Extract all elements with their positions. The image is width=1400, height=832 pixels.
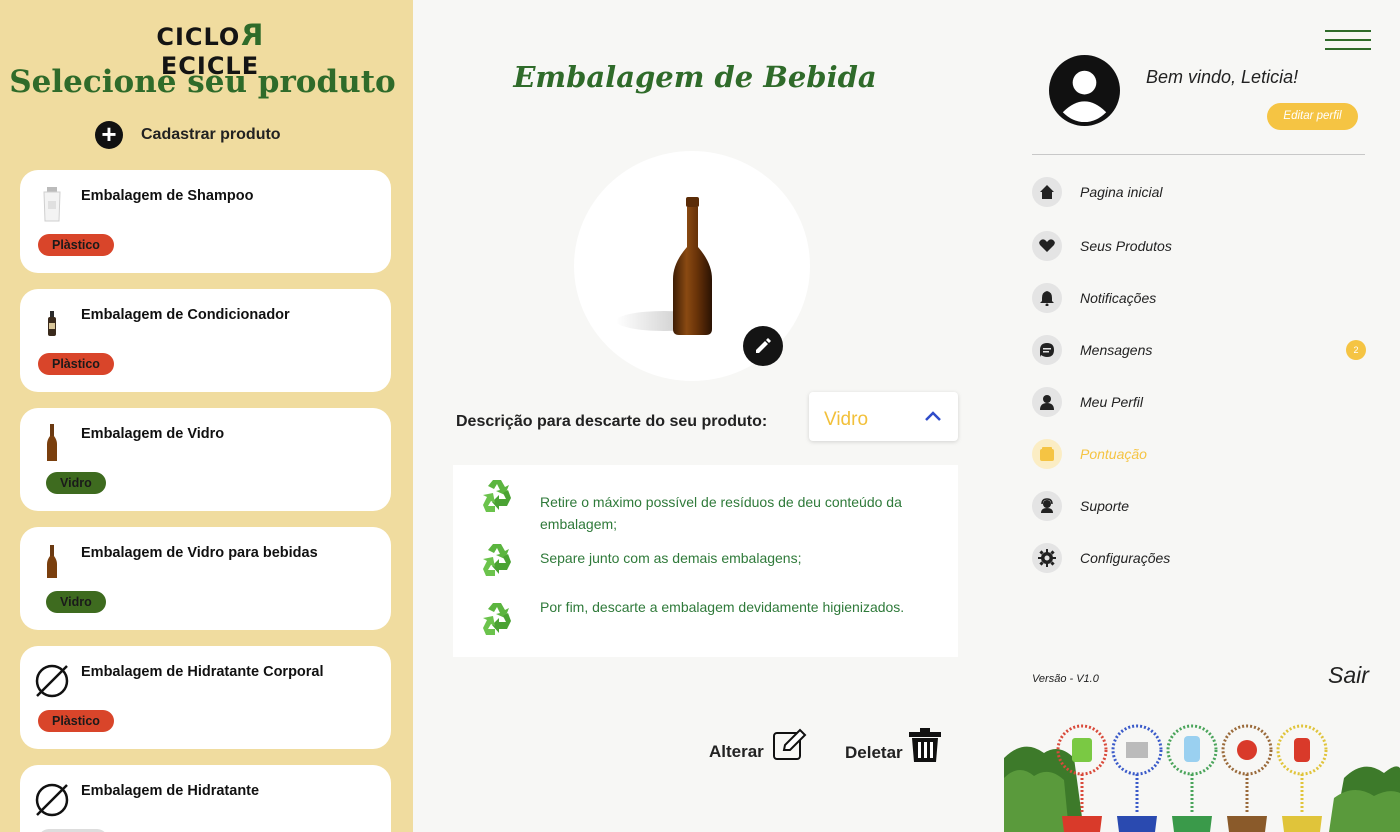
chat-icon xyxy=(1032,335,1062,365)
message-count-badge: 2 xyxy=(1346,340,1366,360)
product-card-glass[interactable]: Embalagem de Vidro Vidro xyxy=(20,408,391,511)
recycle-icon xyxy=(483,544,511,576)
alter-button[interactable]: Alterar xyxy=(709,728,808,762)
add-product-label: Cadastrar produto xyxy=(141,126,281,143)
trash-icon xyxy=(908,728,941,762)
product-name: Embalagem de Hidratante Corporal xyxy=(81,664,324,680)
recycle-icon xyxy=(483,480,511,512)
product-card-glass-drinks[interactable]: Embalagem de Vidro para bebidas Vidro xyxy=(20,527,391,630)
product-name: Embalagem de Hidratante xyxy=(81,783,260,799)
shampoo-bottle-image xyxy=(32,184,72,226)
material-select[interactable]: Vidro xyxy=(809,392,958,441)
nav-item-messages[interactable]: Mensagens 2 xyxy=(1032,335,1372,367)
menu-hamburger-icon[interactable] xyxy=(1325,30,1371,58)
product-name: Embalagem de Vidro para bebidas xyxy=(81,545,318,561)
nav-item-notifications[interactable]: Notificações xyxy=(1032,283,1372,315)
disposal-steps: Retire o máximo possível de resíduos de … xyxy=(453,465,958,657)
no-image-icon xyxy=(32,660,72,702)
material-select-value: Vidro xyxy=(824,409,869,430)
edit-photo-button[interactable] xyxy=(743,326,783,366)
logo-flipped-r: R xyxy=(240,18,264,52)
nav-label: Configurações xyxy=(1080,550,1171,566)
heart-hand-icon xyxy=(1032,231,1062,261)
disposal-description-label: Descrição para descarte do seu produto: xyxy=(456,413,768,430)
wallet-icon xyxy=(1032,439,1062,469)
material-tag: Plàstico xyxy=(38,234,114,256)
product-card-conditioner[interactable]: Embalagem de Condicionador Plàstico xyxy=(20,289,391,392)
nav-item-profile[interactable]: Meu Perfil xyxy=(1032,387,1372,419)
nav-label: Pagina inicial xyxy=(1080,184,1163,200)
product-name: Embalagem de Vidro xyxy=(81,426,225,442)
app-version: Versão - V1.0 xyxy=(1032,673,1099,685)
delete-label: Deletar xyxy=(845,743,903,762)
product-card-body-lotion[interactable]: Embalagem de Hidratante Corporal Plàstic… xyxy=(20,646,391,749)
nav-label: Notificações xyxy=(1080,290,1157,306)
pencil-icon xyxy=(756,338,771,353)
nav-label: Suporte xyxy=(1080,498,1130,514)
delete-button[interactable]: Deletar xyxy=(845,727,943,763)
nav-label: Pontuação xyxy=(1080,446,1147,462)
nav-item-products[interactable]: Seus Produtos xyxy=(1032,231,1372,263)
no-image-icon xyxy=(32,779,72,821)
support-icon xyxy=(1032,491,1062,521)
nav-label: Meu Perfil xyxy=(1080,394,1144,410)
step-text: Por fim, descarte a embalagem devidament… xyxy=(540,599,905,615)
add-product-button[interactable]: + Cadastrar produto xyxy=(95,121,281,149)
user-icon xyxy=(1032,387,1062,417)
logo-text-left: CICLO xyxy=(156,23,241,51)
material-tag: Vidro xyxy=(46,472,106,494)
nav-label: Seus Produtos xyxy=(1080,238,1172,254)
divider xyxy=(1032,154,1365,155)
glass-bottle-image xyxy=(32,541,72,583)
nav-item-settings[interactable]: Configurações xyxy=(1032,543,1372,575)
chevron-up-icon xyxy=(925,411,941,421)
avatar xyxy=(1049,55,1120,126)
product-sidebar: CICLORECICLE Selecione seu produto + Cad… xyxy=(0,0,413,832)
edit-square-icon xyxy=(772,728,807,760)
nav-item-home[interactable]: Pagina inicial xyxy=(1032,177,1372,209)
welcome-text: Bem vindo, Leticia! xyxy=(1146,67,1299,87)
product-title: Embalagem de Bebida xyxy=(513,60,877,94)
material-tag: Vidro xyxy=(46,591,106,613)
gear-icon xyxy=(1032,543,1062,573)
edit-profile-button[interactable]: Editar perfil xyxy=(1267,103,1358,130)
alter-label: Alterar xyxy=(709,742,764,761)
product-card-shampoo[interactable]: Embalagem de Shampoo Plàstico xyxy=(20,170,391,273)
material-tag: Plàstico xyxy=(38,710,114,732)
glass-bottle-image xyxy=(32,422,72,464)
material-tag: Plàstico xyxy=(38,353,114,375)
nav-label: Mensagens xyxy=(1080,342,1153,358)
product-card-lotion[interactable]: Embalagem de Hidratante xyxy=(20,765,391,832)
product-name: Embalagem de Condicionador xyxy=(81,307,290,323)
plus-circle-icon: + xyxy=(95,121,123,149)
sidebar-title: Selecione seu produto xyxy=(9,64,396,100)
nav-item-support[interactable]: Suporte xyxy=(1032,491,1372,523)
nav-item-score[interactable]: Pontuação xyxy=(1032,439,1372,471)
recycle-icon xyxy=(483,603,511,635)
step-text: Separe junto com as demais embalagens; xyxy=(540,550,802,566)
conditioner-bottle-image xyxy=(32,303,72,345)
product-name: Embalagem de Shampoo xyxy=(81,188,254,204)
bell-icon xyxy=(1032,283,1062,313)
recycling-bins-illustration xyxy=(1004,718,1400,832)
step-text: Retire o máximo possível de resíduos de … xyxy=(540,494,902,532)
logout-button[interactable]: Sair xyxy=(1328,662,1369,689)
home-icon xyxy=(1032,177,1062,207)
